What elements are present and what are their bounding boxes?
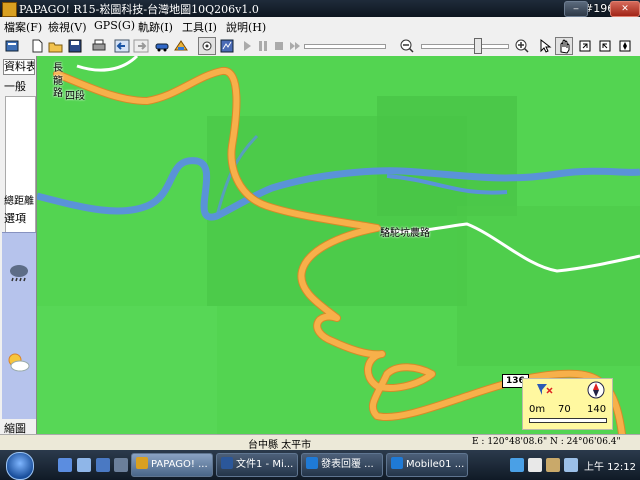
scale-mid: 70 bbox=[558, 404, 571, 415]
tray-volume-icon[interactable] bbox=[564, 458, 578, 472]
start-button[interactable] bbox=[6, 452, 34, 480]
quicklaunch-explorer-icon[interactable] bbox=[114, 458, 128, 472]
new-file-icon[interactable] bbox=[28, 37, 46, 55]
scale-box: 0m 70 140 bbox=[522, 378, 613, 430]
quicklaunch-browser-icon[interactable] bbox=[58, 458, 72, 472]
papago-icon bbox=[136, 457, 148, 469]
task-papago[interactable]: PAPAGO! ... bbox=[131, 453, 213, 477]
menu-help[interactable]: 說明(H) bbox=[226, 19, 266, 35]
zoom-slider-thumb[interactable] bbox=[474, 38, 482, 54]
menu-bar: 檔案(F) 檢視(V) GPS(G) 軌跡(I) 工具(I) 說明(H) bbox=[0, 17, 640, 36]
save-icon[interactable] bbox=[66, 37, 84, 55]
task-word-doc-label: 文件1 - Mi... bbox=[236, 459, 294, 470]
scale-bar bbox=[529, 418, 607, 423]
pan-hand-icon[interactable] bbox=[555, 37, 573, 55]
forward-icon[interactable] bbox=[132, 37, 150, 55]
zoom-in-icon[interactable] bbox=[513, 37, 531, 55]
location-text: 台中縣 太平市 bbox=[248, 440, 312, 451]
tray-device-icon[interactable] bbox=[546, 458, 560, 472]
tray-help-icon[interactable] bbox=[528, 458, 542, 472]
task-word-doc[interactable]: 文件1 - Mi... bbox=[216, 453, 298, 477]
rain-cloud-icon[interactable] bbox=[7, 263, 31, 286]
sun-cloud-icon[interactable] bbox=[5, 351, 31, 376]
task-mobile01-label: Mobile01 ... bbox=[406, 459, 465, 470]
gps-signal-icon[interactable] bbox=[218, 37, 236, 55]
menu-track[interactable]: 軌跡(I) bbox=[138, 19, 173, 35]
task-mobile01[interactable]: Mobile01 ... bbox=[386, 453, 468, 477]
gps-position-icon[interactable] bbox=[198, 37, 216, 55]
fast-forward-icon[interactable] bbox=[286, 37, 304, 55]
task-papago-label: PAPAGO! ... bbox=[151, 459, 208, 470]
left-panel: 資料表 一般 總距離 選項 縮圖 bbox=[0, 56, 37, 434]
scale-start: 0m bbox=[529, 404, 546, 415]
word-icon bbox=[221, 457, 233, 469]
clock[interactable]: 上午 12:12 bbox=[584, 458, 636, 473]
task-post-reply-label: 發表回覆 ... bbox=[321, 459, 374, 470]
minimize-button[interactable]: ‒ bbox=[564, 1, 588, 17]
road-label-changlong-3: 路 bbox=[53, 88, 63, 99]
print-icon[interactable] bbox=[90, 37, 108, 55]
window-title: PAPAGO! R15-崧圖科技-台灣地圖10Q206v1.0 bbox=[19, 3, 259, 16]
taskbar: PAPAGO! ... 文件1 - Mi... 發表回覆 ... Mobile0… bbox=[0, 450, 640, 480]
task-post-reply[interactable]: 發表回覆 ... bbox=[301, 453, 383, 477]
tab-data-table[interactable]: 資料表 bbox=[3, 59, 35, 75]
quicklaunch-switch-icon[interactable] bbox=[96, 458, 110, 472]
car-icon[interactable] bbox=[153, 37, 171, 55]
menu-tools[interactable]: 工具(I) bbox=[182, 19, 217, 35]
layers-icon[interactable] bbox=[172, 37, 190, 55]
menu-gps[interactable]: GPS(G) bbox=[94, 19, 135, 32]
zoom-slider[interactable] bbox=[421, 44, 509, 49]
menu-file[interactable]: 檔案(F) bbox=[4, 19, 42, 35]
menu-view[interactable]: 檢視(V) bbox=[48, 19, 87, 35]
open-folder-icon[interactable] bbox=[47, 37, 65, 55]
ie-icon bbox=[391, 457, 403, 469]
rotate-left-icon[interactable] bbox=[576, 37, 594, 55]
toolbar bbox=[0, 35, 640, 57]
playback-speed-slider[interactable] bbox=[304, 44, 386, 49]
road-label-section: 四段 bbox=[65, 91, 85, 102]
scale-end: 140 bbox=[587, 404, 607, 415]
options-label[interactable]: 選項 bbox=[4, 210, 26, 226]
general-label: 一般 bbox=[4, 80, 26, 93]
weather-panel bbox=[2, 232, 36, 419]
compass-rose-icon[interactable] bbox=[587, 381, 605, 402]
tray-network-icon[interactable] bbox=[510, 458, 524, 472]
thumbnail-label: 縮圖 bbox=[4, 422, 26, 434]
gps-off-icon[interactable] bbox=[535, 382, 555, 401]
rotate-right-icon[interactable] bbox=[596, 37, 614, 55]
back-icon[interactable] bbox=[113, 37, 131, 55]
ie-icon bbox=[306, 457, 318, 469]
compass-icon[interactable] bbox=[616, 37, 634, 55]
status-bar: 台中縣 太平市 E : 120°48'08.6" N : 24°06'06.4" bbox=[0, 434, 640, 451]
road-label-farm-road: 駱駝坑農路 bbox=[380, 228, 430, 239]
data-panel-icon[interactable] bbox=[3, 37, 21, 55]
quicklaunch-desktop-icon[interactable] bbox=[77, 458, 91, 472]
app-icon[interactable] bbox=[2, 2, 17, 17]
coordinates-text: E : 120°48'08.6" N : 24°06'06.4" bbox=[472, 437, 621, 447]
map-view[interactable]: 長 龍 路 四段 駱駝坑農路 136 0m 70 140 bbox=[37, 56, 640, 434]
title-bar: PAPAGO! R15-崧圖科技-台灣地圖10Q206v1.0 #196735 … bbox=[0, 0, 640, 17]
zoom-out-icon[interactable] bbox=[398, 37, 416, 55]
close-button[interactable]: ✕ bbox=[610, 1, 640, 17]
select-arrow-icon[interactable] bbox=[536, 37, 554, 55]
total-distance-label: 總距離 bbox=[4, 196, 34, 207]
